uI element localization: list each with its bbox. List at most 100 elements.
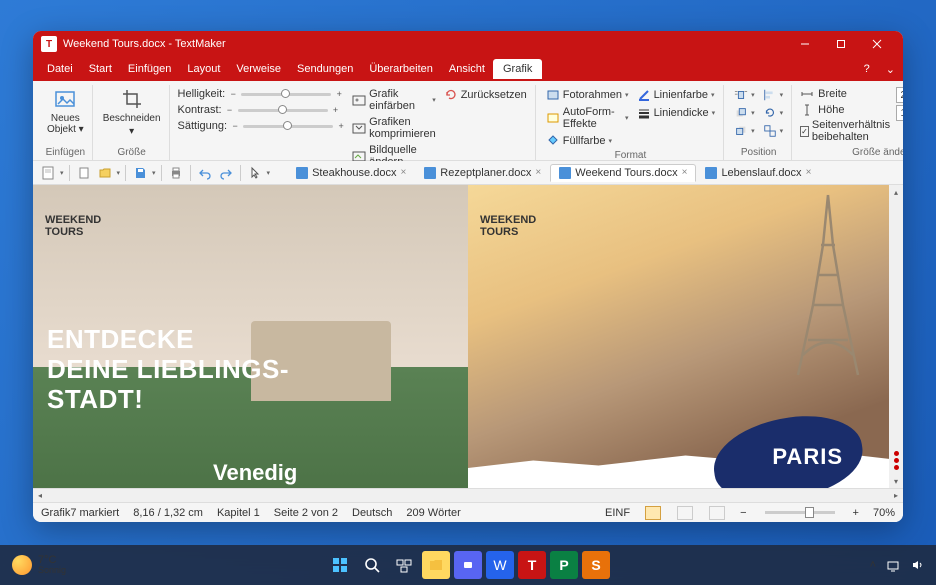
view-normal-button[interactable]	[645, 506, 661, 520]
app-button-1[interactable]	[454, 551, 482, 579]
zoom-in-button[interactable]: +	[853, 507, 859, 519]
zoom-out-button[interactable]: −	[740, 507, 746, 519]
group-button[interactable]: ▾	[761, 123, 786, 139]
menu-layout[interactable]: Layout	[179, 60, 228, 78]
redo-icon[interactable]	[217, 164, 235, 182]
maximize-button[interactable]	[823, 31, 859, 57]
search-button[interactable]	[358, 551, 386, 579]
page-right[interactable]: WEEKENDTOURS PARIS	[468, 185, 903, 488]
view-master-button[interactable]	[677, 506, 693, 520]
crop-button[interactable]: Beschneiden ▾	[101, 85, 163, 139]
ribbon: Neues Objekt ▾ Einfügen Beschneiden ▾ Gr…	[33, 81, 903, 161]
scroll-left-icon[interactable]: ◂	[33, 491, 47, 500]
crop-label: Beschneiden	[103, 113, 161, 124]
zoom-level[interactable]: 70%	[873, 507, 895, 519]
presentations-button[interactable]: S	[582, 551, 610, 579]
eiffel-tower-graphic	[773, 185, 883, 385]
start-button[interactable]	[326, 551, 354, 579]
sun-icon	[12, 555, 32, 575]
print-icon[interactable]	[167, 164, 185, 182]
wrap-button[interactable]: ▾	[732, 87, 757, 103]
tab-steakhouse[interactable]: Steakhouse.docx×	[287, 164, 415, 182]
status-insert-mode[interactable]: EINF	[605, 507, 630, 519]
tray-overflow-icon[interactable]: ˄	[870, 559, 876, 571]
scroll-down-icon[interactable]: ▾	[889, 474, 903, 488]
tab-lebenslauf[interactable]: Lebenslauf.docx×	[696, 164, 820, 182]
close-icon[interactable]: ×	[535, 167, 541, 178]
app-button-2[interactable]: W	[486, 551, 514, 579]
titlebar: T Weekend Tours.docx - TextMaker	[33, 31, 903, 57]
planmaker-button[interactable]: P	[550, 551, 578, 579]
open-icon[interactable]	[96, 164, 114, 182]
menu-grafik[interactable]: Grafik	[493, 59, 542, 79]
textmaker-button[interactable]: T	[518, 551, 546, 579]
explorer-button[interactable]	[422, 551, 450, 579]
taskbar: 7°CSonnig W T P S ˄	[0, 545, 936, 585]
close-icon[interactable]: ×	[682, 167, 688, 178]
vertical-scrollbar[interactable]: ▴ ▾	[889, 185, 903, 488]
system-tray[interactable]: ˄	[870, 558, 924, 572]
status-language[interactable]: Deutsch	[352, 507, 392, 519]
menu-verweise[interactable]: Verweise	[228, 60, 289, 78]
menu-datei[interactable]: Datei	[39, 60, 81, 78]
close-icon[interactable]: ×	[806, 167, 812, 178]
minimize-button[interactable]	[787, 31, 823, 57]
menu-ansicht[interactable]: Ansicht	[441, 60, 493, 78]
crop-dd: ▾	[129, 126, 134, 137]
keep-ratio-checkbox[interactable]: ✓Seitenverhältnis beibehalten	[800, 119, 892, 143]
width-input[interactable]	[896, 87, 903, 103]
contrast-slider[interactable]: Kontrast:−+	[178, 104, 347, 116]
pointer-icon[interactable]	[246, 164, 264, 182]
photo-frame-button[interactable]: Fotorahmen▾	[544, 87, 631, 103]
page-left[interactable]: WEEKENDTOURS ENTDECKE DEINE LIEBLINGS- S…	[33, 185, 468, 488]
close-icon[interactable]: ×	[400, 167, 406, 178]
rotate-button[interactable]: ▾	[761, 105, 786, 121]
new-object-label: Neues Objekt ▾	[47, 113, 84, 135]
zoom-slider[interactable]	[765, 511, 835, 514]
undo-icon[interactable]	[196, 164, 214, 182]
help-button[interactable]: ?	[856, 63, 878, 75]
city-label: PARIS	[772, 444, 843, 470]
menu-ueberarbeiten[interactable]: Überarbeiten	[361, 60, 441, 78]
tab-rezeptplaner[interactable]: Rezeptplaner.docx×	[415, 164, 550, 182]
help-dropdown[interactable]: ⌄	[878, 63, 903, 76]
status-chapter: Kapitel 1	[217, 507, 260, 519]
close-button[interactable]	[859, 31, 895, 57]
volume-icon[interactable]	[910, 558, 924, 572]
menu-start[interactable]: Start	[81, 60, 120, 78]
file-menu-icon[interactable]	[39, 164, 57, 182]
height-input[interactable]	[896, 105, 903, 121]
tab-weekend-tours[interactable]: Weekend Tours.docx×	[550, 164, 696, 182]
status-wordcount[interactable]: 209 Wörter	[406, 507, 460, 519]
scroll-right-icon[interactable]: ▸	[889, 491, 903, 500]
menu-einfuegen[interactable]: Einfügen	[120, 60, 179, 78]
bring-forward-button[interactable]: ▾	[732, 105, 757, 121]
save-icon[interactable]	[131, 164, 149, 182]
width-icon	[800, 87, 814, 101]
align-button[interactable]: ▾	[761, 87, 786, 103]
logo-text: WEEKENDTOURS	[480, 213, 536, 238]
group-resize-label: Größe ändern	[800, 146, 903, 158]
scroll-up-icon[interactable]: ▴	[889, 185, 903, 199]
compress-button[interactable]: Grafiken komprimieren	[350, 115, 438, 141]
network-icon[interactable]	[886, 558, 900, 572]
view-outline-button[interactable]	[709, 506, 725, 520]
quick-access-toolbar: ▾ ▾ ▾ ▾ Steakhouse.docx× Rezeptplaner.do…	[33, 161, 903, 185]
line-color-button[interactable]: Linienfarbe▾	[635, 87, 718, 103]
group-position-label: Position	[732, 146, 785, 158]
new-doc-icon[interactable]	[75, 164, 93, 182]
send-backward-button[interactable]: ▾	[732, 123, 757, 139]
new-object-button[interactable]: Neues Objekt ▾	[45, 85, 86, 137]
line-width-button[interactable]: Liniendicke▾	[635, 105, 718, 121]
weather-widget[interactable]: 7°CSonnig	[12, 554, 66, 576]
menu-sendungen[interactable]: Sendungen	[289, 60, 361, 78]
width-label: Breite	[818, 88, 847, 100]
autoform-effects-button[interactable]: AutoForm-Effekte▾	[544, 105, 631, 131]
fill-color-button[interactable]: Füllfarbe▾	[544, 133, 631, 149]
horizontal-scrollbar[interactable]: ◂ ▸	[33, 488, 903, 502]
task-view-button[interactable]	[390, 551, 418, 579]
saturation-slider[interactable]: Sättigung:−+	[178, 120, 347, 132]
reset-button[interactable]: Zurücksetzen	[442, 87, 529, 103]
brightness-slider[interactable]: Helligkeit:−+	[178, 88, 347, 100]
recolor-button[interactable]: Grafik einfärben▾	[350, 87, 438, 113]
